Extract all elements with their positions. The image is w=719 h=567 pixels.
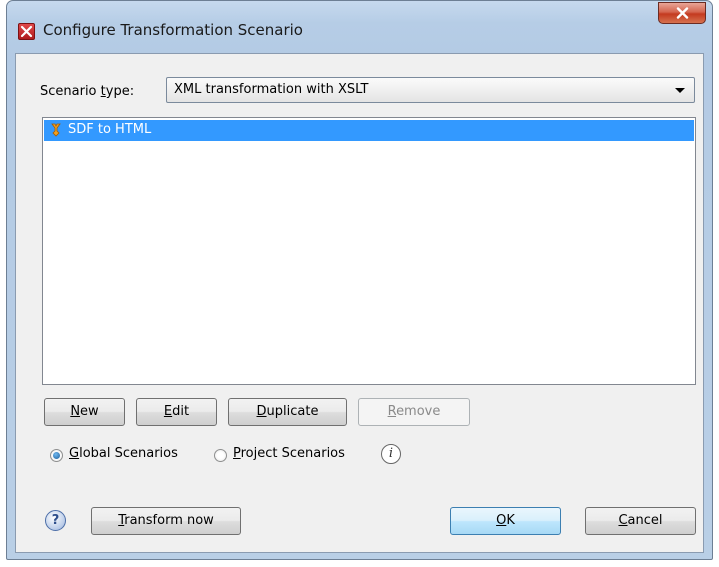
help-icon[interactable]: ? — [45, 510, 66, 531]
global-scenarios-label[interactable]: Global Scenarios — [69, 446, 178, 461]
scenario-list[interactable]: SDF to HTML — [42, 117, 696, 385]
info-icon[interactable]: i — [381, 444, 401, 464]
scenario-type-label: Scenario type: — [40, 84, 135, 99]
dropdown-arrow-icon — [675, 88, 685, 93]
close-icon — [676, 7, 689, 19]
new-button[interactable]: New — [44, 398, 125, 426]
window-title: Configure Transformation Scenario — [43, 21, 303, 39]
title-bar[interactable]: Configure Transformation Scenario — [7, 1, 712, 53]
scenario-icon — [49, 122, 63, 142]
oxygen-app-icon — [18, 23, 35, 40]
edit-button[interactable]: Edit — [136, 398, 217, 426]
dialog-content: Scenario type: XML transformation with X… — [15, 53, 704, 553]
scenario-type-dropdown[interactable]: XML transformation with XSLT — [166, 77, 695, 103]
global-scenarios-radio[interactable] — [50, 449, 63, 462]
transform-now-button[interactable]: Transform now — [91, 507, 241, 535]
list-item[interactable]: SDF to HTML — [44, 120, 694, 141]
project-scenarios-label[interactable]: Project Scenarios — [233, 446, 345, 461]
ok-button[interactable]: OK — [450, 507, 561, 535]
scenario-type-value: XML transformation with XSLT — [174, 82, 369, 97]
remove-button[interactable]: Remove — [358, 398, 470, 426]
project-scenarios-radio[interactable] — [214, 449, 227, 462]
scenario-name: SDF to HTML — [68, 122, 152, 137]
duplicate-button[interactable]: Duplicate — [228, 398, 347, 426]
cancel-button[interactable]: Cancel — [585, 507, 696, 535]
close-button[interactable] — [658, 2, 706, 24]
dialog-window: Configure Transformation Scenario Scenar… — [6, 0, 713, 560]
